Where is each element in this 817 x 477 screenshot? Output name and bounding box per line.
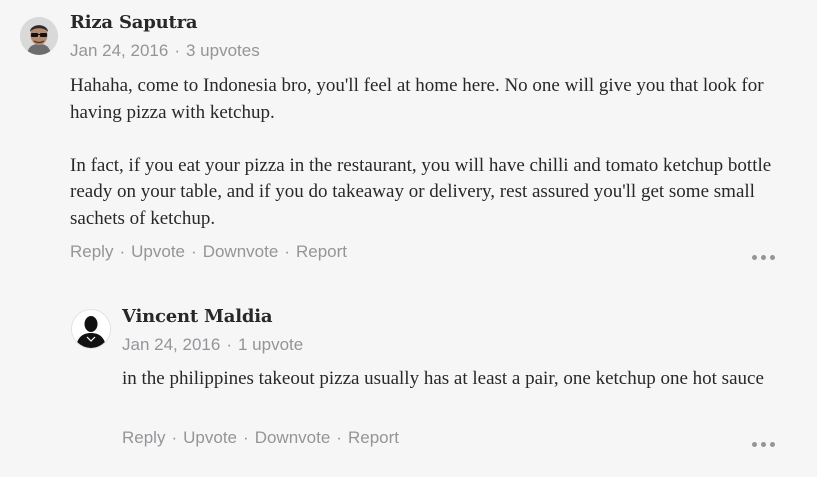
- upvote-count[interactable]: 1 upvote: [238, 335, 303, 354]
- separator: ·: [171, 428, 178, 447]
- author-name[interactable]: Riza Saputra: [70, 12, 198, 33]
- comment-paragraph: In fact, if you eat your pizza in the re…: [70, 154, 772, 229]
- avatar[interactable]: [20, 17, 58, 55]
- comment-paragraph: in the philippines takeout pizza usually…: [122, 368, 764, 389]
- separator: ·: [243, 428, 249, 447]
- comment-paragraph: Hahaha, come to Indonesia bro, you'll fe…: [70, 75, 764, 123]
- more-options-icon[interactable]: [752, 439, 780, 451]
- separator: ·: [191, 242, 197, 261]
- comment: Riza Saputra Jan 24, 2016 · 3 upvotes Haha…: [0, 0, 817, 280]
- comment-date[interactable]: Jan 24, 2016: [70, 41, 168, 60]
- upvote-link[interactable]: Upvote: [183, 428, 237, 447]
- downvote-link[interactable]: Downvote: [203, 242, 279, 261]
- avatar[interactable]: [71, 309, 111, 349]
- comment-body: in the philippines takeout pizza usually…: [122, 366, 792, 393]
- more-options-icon[interactable]: [752, 252, 780, 264]
- author-name[interactable]: Vincent Maldia: [122, 306, 273, 327]
- separator: ·: [284, 242, 290, 261]
- report-link[interactable]: Report: [296, 242, 347, 261]
- comment-meta: Jan 24, 2016 · 1 upvote: [122, 335, 303, 355]
- separator: ·: [174, 41, 180, 60]
- report-link[interactable]: Report: [348, 428, 399, 447]
- comment-body: Hahaha, come to Indonesia bro, you'll fe…: [70, 73, 790, 232]
- separator: ·: [226, 335, 232, 354]
- comment: Vincent Maldia Jan 24, 2016 · 1 upvote in …: [0, 300, 817, 470]
- downvote-link[interactable]: Downvote: [255, 428, 331, 447]
- reply-link[interactable]: Reply: [70, 242, 113, 261]
- comment-actions: Reply · Upvote · Downvote · Report: [70, 242, 347, 262]
- reply-link[interactable]: Reply: [122, 428, 165, 447]
- person-silhouette-icon: [72, 310, 110, 348]
- comment-date[interactable]: Jan 24, 2016: [122, 335, 220, 354]
- comment-meta: Jan 24, 2016 · 3 upvotes: [70, 41, 260, 61]
- user-photo-icon: [20, 17, 58, 55]
- separator: ·: [336, 428, 342, 447]
- upvote-link[interactable]: Upvote: [131, 242, 185, 261]
- separator: ·: [119, 242, 126, 261]
- comment-actions: Reply · Upvote · Downvote · Report: [122, 428, 399, 448]
- upvote-count[interactable]: 3 upvotes: [186, 41, 260, 60]
